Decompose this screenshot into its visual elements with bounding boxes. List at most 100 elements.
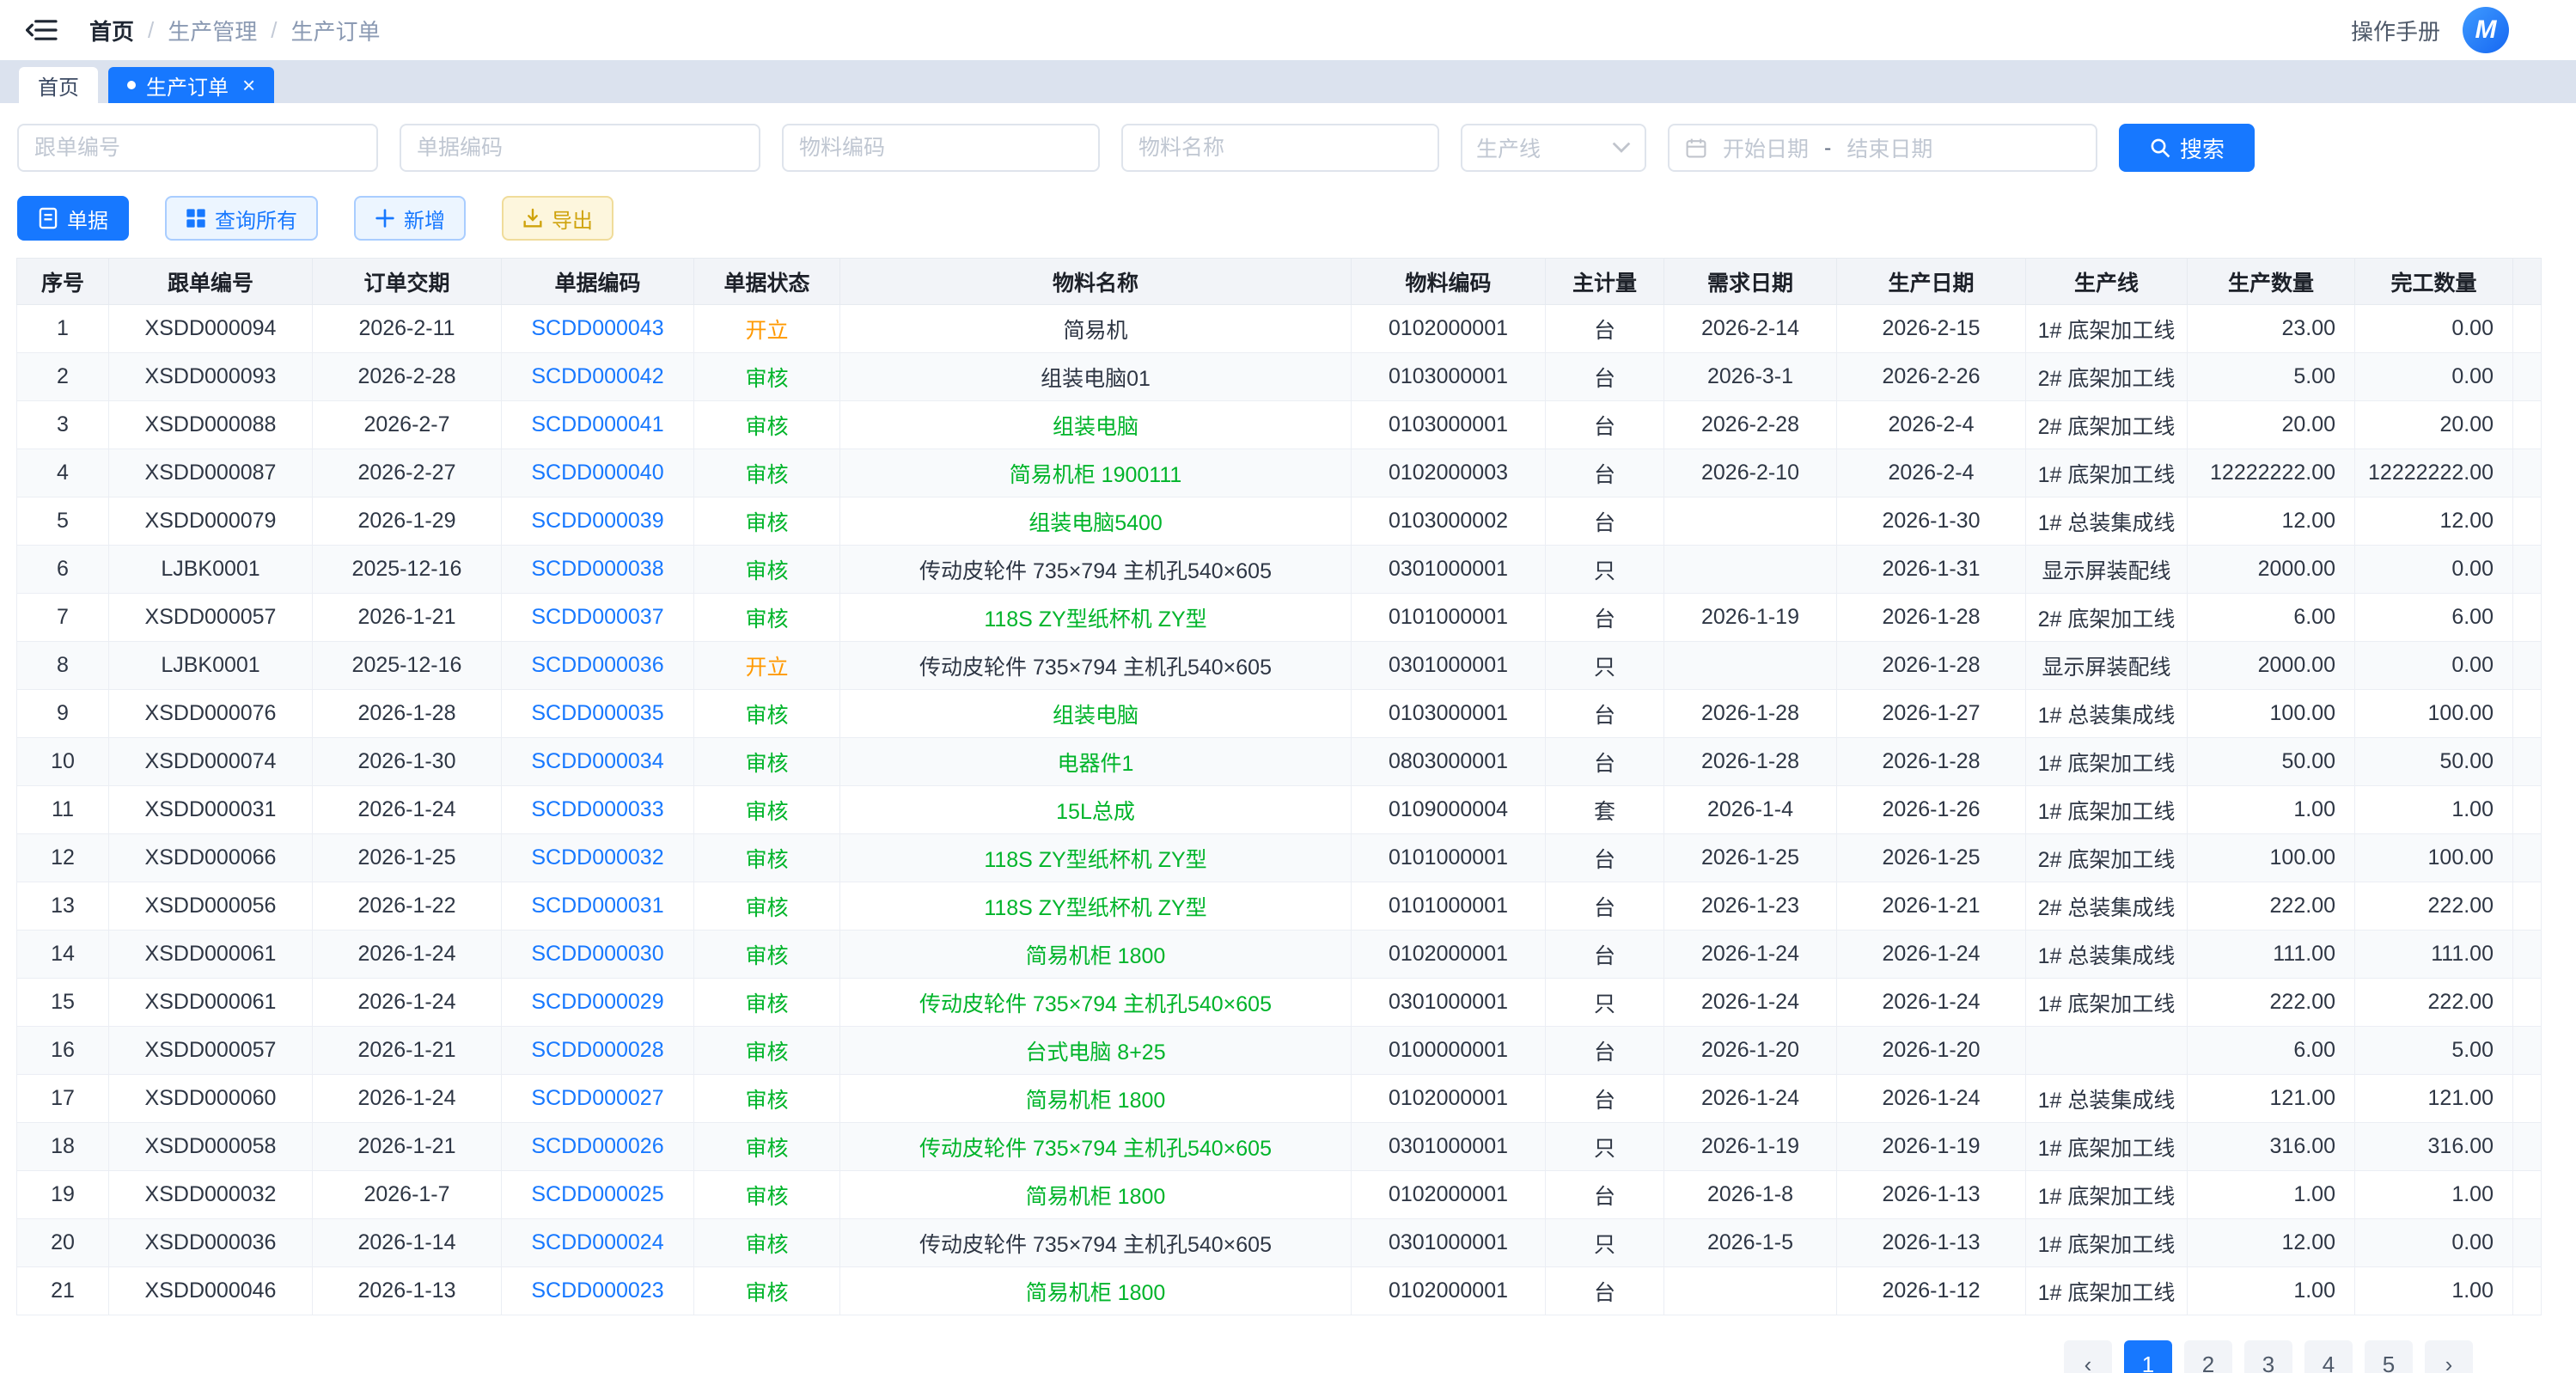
cell-prod-qty: 1.00: [2188, 1267, 2355, 1315]
doc-code-link[interactable]: SCDD000029: [502, 979, 694, 1027]
doc-code-link[interactable]: SCDD000030: [502, 931, 694, 979]
cell-doc-status: 审核: [694, 497, 840, 546]
cell-follow-no: XSDD000093: [109, 353, 313, 401]
page-button-2[interactable]: 2: [2184, 1340, 2232, 1373]
doc-code-link[interactable]: SCDD000036: [502, 642, 694, 690]
doc-code-link[interactable]: SCDD000032: [502, 834, 694, 882]
col-demand-date: 需求日期: [1664, 259, 1837, 305]
date-range-picker[interactable]: 开始日期 - 结束日期: [1668, 124, 2097, 172]
table-row: 9XSDD0000762026-1-28SCDD000035审核组装电脑0103…: [17, 690, 2542, 738]
page-button-5[interactable]: 5: [2365, 1340, 2413, 1373]
menu-fold-icon[interactable]: [26, 15, 60, 45]
breadcrumb-home[interactable]: 首页: [89, 15, 134, 46]
col-prod-date: 生产日期: [1837, 259, 2026, 305]
breadcrumb-production-order[interactable]: 生产订单: [291, 15, 381, 46]
doc-code-link[interactable]: SCDD000023: [502, 1267, 694, 1315]
cell-prod-qty: 50.00: [2188, 738, 2355, 786]
operation-manual-link[interactable]: 操作手册: [2351, 15, 2440, 46]
cell-material-code: 0102000001: [1352, 1075, 1546, 1123]
cell-material-code: 0100000001: [1352, 1027, 1546, 1075]
cell-material-name: 118S ZY型纸杯机 ZY型: [840, 834, 1352, 882]
page-button-4[interactable]: 4: [2304, 1340, 2353, 1373]
cell-seq: 12: [17, 834, 109, 882]
cell-doc-status: 审核: [694, 401, 840, 449]
cell-material-name: 传动皮轮件 735×794 主机孔540×605: [840, 979, 1352, 1027]
scrollbar-gutter-cell: [2513, 1075, 2542, 1123]
doc-code-link[interactable]: SCDD000043: [502, 305, 694, 353]
query-all-button[interactable]: 查询所有: [165, 196, 318, 241]
doc-code-link[interactable]: SCDD000035: [502, 690, 694, 738]
doc-code-link[interactable]: SCDD000031: [502, 882, 694, 931]
scrollbar-gutter-cell: [2513, 353, 2542, 401]
cell-seq: 7: [17, 594, 109, 642]
pagination-next[interactable]: ›: [2425, 1340, 2473, 1373]
cell-material-code: 0102000001: [1352, 305, 1546, 353]
cell-prod-date: 2026-2-15: [1837, 305, 2026, 353]
cell-unit: 台: [1546, 931, 1664, 979]
add-button[interactable]: 新增: [354, 196, 466, 241]
breadcrumb-production-management[interactable]: 生产管理: [168, 15, 257, 46]
tab-production-order[interactable]: 生产订单 ×: [108, 67, 274, 103]
doc-code-link[interactable]: SCDD000034: [502, 738, 694, 786]
cell-unit: 台: [1546, 594, 1664, 642]
doc-code-link[interactable]: SCDD000039: [502, 497, 694, 546]
doc-code-input[interactable]: [400, 124, 760, 172]
follow-no-input[interactable]: [17, 124, 378, 172]
scrollbar-gutter-cell: [2513, 786, 2542, 834]
doc-code-link[interactable]: SCDD000041: [502, 401, 694, 449]
col-unit: 主计量: [1546, 259, 1664, 305]
cell-prod-qty: 6.00: [2188, 594, 2355, 642]
doc-code-link[interactable]: SCDD000037: [502, 594, 694, 642]
pagination-prev[interactable]: ‹: [2064, 1340, 2112, 1373]
cell-order-date: 2026-1-24: [313, 786, 502, 834]
page-button-3[interactable]: 3: [2244, 1340, 2292, 1373]
cell-material-name: 118S ZY型纸杯机 ZY型: [840, 882, 1352, 931]
cell-follow-no: XSDD000061: [109, 931, 313, 979]
doc-code-link[interactable]: SCDD000040: [502, 449, 694, 497]
doc-code-link[interactable]: SCDD000025: [502, 1171, 694, 1219]
production-line-select[interactable]: 生产线: [1461, 124, 1646, 172]
material-code-input[interactable]: [782, 124, 1100, 172]
cell-material-code: 0102000001: [1352, 1171, 1546, 1219]
scrollbar-gutter-cell: [2513, 834, 2542, 882]
cell-seq: 19: [17, 1171, 109, 1219]
cell-seq: 17: [17, 1075, 109, 1123]
cell-prod-date: 2026-1-26: [1837, 786, 2026, 834]
cell-unit: 台: [1546, 1027, 1664, 1075]
page-button-1[interactable]: 1: [2124, 1340, 2172, 1373]
table-row: 21XSDD0000462026-1-13SCDD000023审核简易机柜 18…: [17, 1267, 2542, 1315]
chevron-down-icon: [1612, 142, 1631, 154]
cell-prod-qty: 2000.00: [2188, 546, 2355, 594]
avatar[interactable]: M: [2463, 7, 2509, 53]
material-name-input[interactable]: [1121, 124, 1439, 172]
close-icon[interactable]: ×: [242, 74, 255, 96]
cell-prod-date: 2026-1-24: [1837, 979, 2026, 1027]
cell-material-name: 组装电脑: [840, 690, 1352, 738]
doc-code-link[interactable]: SCDD000042: [502, 353, 694, 401]
cell-seq: 8: [17, 642, 109, 690]
doc-code-link[interactable]: SCDD000028: [502, 1027, 694, 1075]
cell-doc-status: 审核: [694, 1219, 840, 1267]
scrollbar-gutter-cell: [2513, 1267, 2542, 1315]
tab-home[interactable]: 首页: [19, 67, 98, 103]
cell-material-name: 15L总成: [840, 786, 1352, 834]
cell-prod-date: 2026-1-31: [1837, 546, 2026, 594]
cell-order-date: 2026-1-21: [313, 1123, 502, 1171]
doc-code-link[interactable]: SCDD000024: [502, 1219, 694, 1267]
export-button[interactable]: 导出: [502, 196, 613, 241]
doc-code-link[interactable]: SCDD000027: [502, 1075, 694, 1123]
cell-follow-no: XSDD000057: [109, 594, 313, 642]
doc-code-link[interactable]: SCDD000033: [502, 786, 694, 834]
document-button[interactable]: 单据: [17, 196, 129, 241]
col-seq: 序号: [17, 259, 109, 305]
search-button[interactable]: 搜索: [2119, 124, 2255, 172]
add-button-label: 新增: [404, 204, 445, 234]
cell-follow-no: XSDD000066: [109, 834, 313, 882]
tab-production-order-label: 生产订单: [146, 70, 229, 101]
cell-prod-qty: 12.00: [2188, 1219, 2355, 1267]
cell-line: 1# 总装集成线: [2026, 497, 2188, 546]
doc-code-link[interactable]: SCDD000038: [502, 546, 694, 594]
cell-seq: 1: [17, 305, 109, 353]
table-row: 17XSDD0000602026-1-24SCDD000027审核简易机柜 18…: [17, 1075, 2542, 1123]
doc-code-link[interactable]: SCDD000026: [502, 1123, 694, 1171]
